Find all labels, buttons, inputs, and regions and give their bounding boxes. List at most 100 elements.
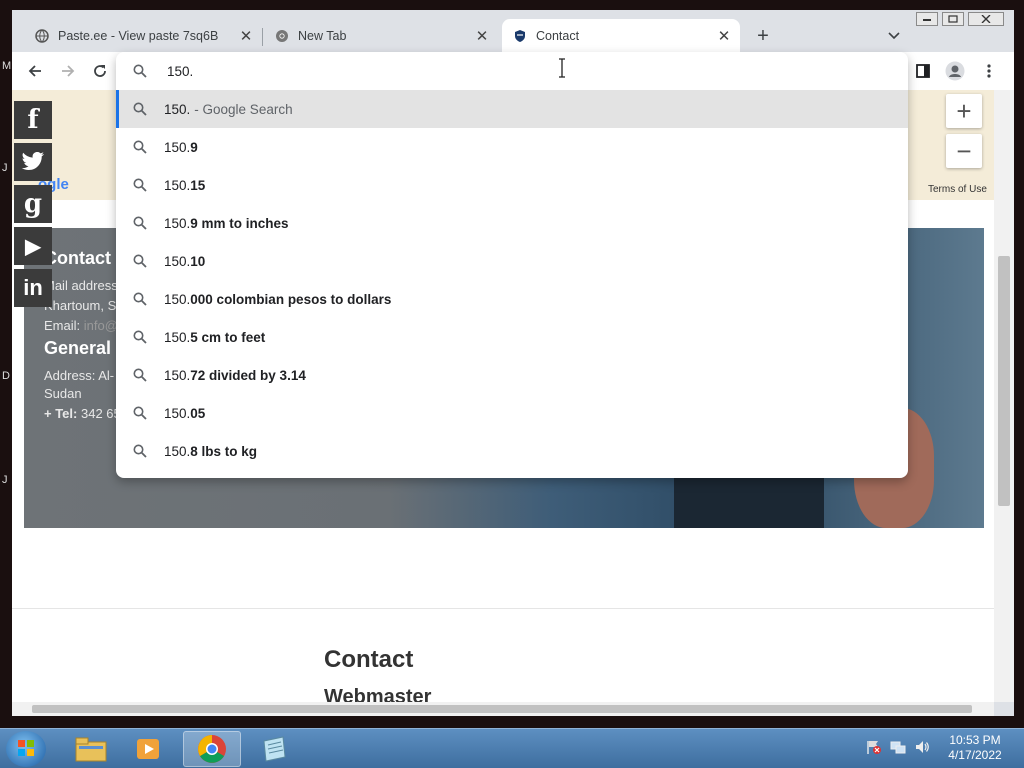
desktop-letter: M <box>2 60 12 72</box>
search-icon <box>116 330 164 344</box>
tab-title: New Tab <box>298 28 347 43</box>
search-icon <box>116 216 164 230</box>
suggestion-typed-text: 150. <box>164 367 191 383</box>
desktop-edge: M J D J <box>0 0 12 730</box>
suggestion-typed-text: 150. <box>164 215 191 231</box>
profile-button[interactable] <box>944 60 966 82</box>
windows-taskbar: 10:53 PM 4/17/2022 <box>0 728 1024 768</box>
search-icon <box>116 64 164 78</box>
taskbar-clock[interactable]: 10:53 PM 4/17/2022 <box>940 733 1010 763</box>
taskbar-chrome[interactable] <box>183 731 241 767</box>
new-tab-button[interactable]: + <box>752 25 774 47</box>
minimize-button[interactable] <box>916 12 938 26</box>
suggestion-typed-text: 150. <box>164 101 191 117</box>
tab-contact[interactable]: Contact ✕ <box>502 19 740 52</box>
twitter-button[interactable] <box>14 143 52 181</box>
close-window-button[interactable] <box>968 12 1004 26</box>
map-zoom-in-button[interactable]: + <box>946 94 982 128</box>
taskbar-explorer[interactable] <box>62 731 120 767</box>
search-icon <box>116 368 164 382</box>
omnibox-suggestion[interactable]: 150. 8 lbs to kg <box>116 432 908 470</box>
search-icon <box>116 102 164 116</box>
tab-separator <box>262 28 263 46</box>
omnibox-suggestion[interactable]: 150. 000 colombian pesos to dollars <box>116 280 908 318</box>
start-button[interactable] <box>6 731 46 767</box>
tab-strip: Paste.ee - View paste 7sq6B ✕ New Tab ✕ … <box>12 10 1014 52</box>
suggestion-completion-text: 05 <box>190 405 206 421</box>
vertical-scrollbar[interactable] <box>994 90 1014 702</box>
tab-new-tab[interactable]: New Tab ✕ <box>264 19 498 52</box>
play-icon: ▶ <box>25 235 41 258</box>
search-icon <box>116 444 164 458</box>
taskbar-notepad[interactable] <box>245 731 303 767</box>
shield-icon <box>512 28 528 44</box>
horizontal-scroll-thumb[interactable] <box>32 705 972 713</box>
tray-volume-icon[interactable] <box>914 739 930 755</box>
omnibox-suggestion[interactable]: 150. 72 divided by 3.14 <box>116 356 908 394</box>
youtube-button[interactable]: ▶ <box>14 227 52 265</box>
omnibox-suggestion[interactable]: 150. 9 <box>116 128 908 166</box>
close-icon[interactable]: ✕ <box>238 28 254 45</box>
omnibox-suggestion[interactable]: 150. 5 cm to feet <box>116 318 908 356</box>
suggestion-completion-text: 000 colombian pesos to dollars <box>190 291 392 307</box>
notepad-icon <box>263 736 286 762</box>
reload-icon <box>94 65 106 77</box>
hero-email-value[interactable]: info@ <box>84 318 118 333</box>
facebook-icon: f <box>27 105 39 135</box>
back-arrow-icon <box>28 65 41 77</box>
text-cursor-icon <box>558 58 566 78</box>
tab-title: Paste.ee - View paste 7sq6B <box>58 28 219 43</box>
maximize-button[interactable] <box>942 12 964 26</box>
suggestion-completion-text: 9 mm to inches <box>190 215 289 231</box>
section-divider <box>12 608 994 609</box>
side-panel-button[interactable] <box>912 60 934 82</box>
close-icon[interactable]: ✕ <box>716 28 732 45</box>
address-input[interactable]: 150. <box>167 64 193 79</box>
media-player-icon <box>137 739 159 759</box>
tray-flag-icon[interactable] <box>866 739 882 755</box>
tray-network-icon[interactable] <box>890 739 906 755</box>
omnibox-suggestion[interactable]: 150. 9 mm to inches <box>116 204 908 242</box>
webmaster-heading: Webmaster <box>324 686 432 702</box>
map-zoom-out-button[interactable]: − <box>946 134 982 168</box>
forward-button[interactable] <box>57 60 79 82</box>
taskbar-media-player[interactable] <box>120 731 178 767</box>
omnibox-suggestion[interactable]: 150. 15 <box>116 166 908 204</box>
omnibox-suggestion[interactable]: 150. 10 <box>116 242 908 280</box>
omnibox-suggestion[interactable]: 150. 05 <box>116 394 908 432</box>
hero-sudan-line: Sudan <box>44 386 82 401</box>
suggestion-typed-text: 150. <box>164 329 191 345</box>
map-terms-link[interactable]: Terms of Use <box>928 184 987 195</box>
suggestion-completion-text: 9 <box>190 139 198 155</box>
hero-mail-line: Mail address <box>44 278 118 293</box>
facebook-button[interactable]: f <box>14 101 52 139</box>
horizontal-scrollbar[interactable] <box>12 702 994 716</box>
hero-tel-label: + Tel: <box>44 406 78 421</box>
reload-button[interactable] <box>89 60 111 82</box>
search-icon <box>116 406 164 420</box>
desktop-letter: J <box>2 162 8 174</box>
suggestion-typed-text: 150. <box>164 253 191 269</box>
close-icon[interactable]: ✕ <box>474 28 490 45</box>
tab-title: Contact <box>536 28 580 43</box>
clock-date: 4/17/2022 <box>948 748 1002 762</box>
vertical-scroll-thumb[interactable] <box>998 256 1010 506</box>
hero-tel-line: + Tel: 342 65 <box>44 406 121 421</box>
omnibox-suggestion[interactable]: 150. - Google Search <box>116 90 908 128</box>
tab-paste[interactable]: Paste.ee - View paste 7sq6B ✕ <box>24 19 262 52</box>
hero-address-line: Address: Al- <box>44 368 115 383</box>
forward-arrow-icon <box>62 65 75 77</box>
address-bar[interactable]: 150. <box>116 52 908 90</box>
contact-heading: Contact <box>324 646 414 673</box>
search-icon <box>116 254 164 268</box>
google-icon: g <box>23 189 43 219</box>
tab-search-chevron-icon[interactable] <box>884 26 904 46</box>
suggestion-typed-text: 150. <box>164 139 191 155</box>
desktop-letter: D <box>2 370 10 382</box>
menu-button[interactable] <box>978 60 1000 82</box>
twitter-icon <box>21 152 44 171</box>
windows-logo-icon <box>18 740 34 756</box>
linkedin-button[interactable]: in <box>14 269 52 307</box>
back-button[interactable] <box>24 60 46 82</box>
google-plus-button[interactable]: g <box>14 185 52 223</box>
